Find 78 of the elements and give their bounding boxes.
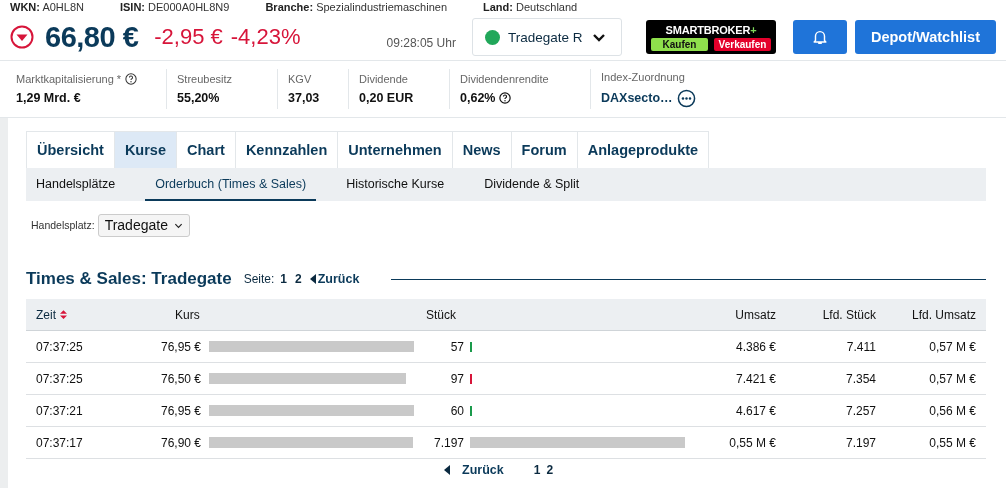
stat-label: Dividendenrendite [460,73,549,85]
table-cell: 7.197 [845,435,876,450]
buy-button[interactable]: Kaufen [650,37,708,51]
caret-left-icon [444,465,450,475]
table-cell: 7.411 [846,339,876,354]
sort-icon [60,309,67,320]
table-cell: 76,95 € [160,339,201,354]
stat-label: KGV [288,73,312,85]
table-cell: 60 [450,403,464,418]
index-link[interactable]: DAXsecto… [601,91,673,105]
column-header[interactable]: Zeit [36,307,67,322]
subtab[interactable]: Historische Kurse [336,168,455,201]
table-cell: 0,57 M € [929,371,976,386]
stat-label: Marktkapitalisierung * [16,73,122,85]
subtab[interactable]: Dividende & Split [474,168,590,201]
stat-value: 37,03 [288,91,320,105]
table-cell: 4.617 € [735,403,776,418]
price: 66,80 € [45,20,139,54]
column-header: Umsatz [735,307,776,322]
exchange-dropdown[interactable]: Tradegate R [471,18,622,56]
percent-change: -4,23% [230,24,301,50]
quote-time: 09:28:05 Uhr [386,36,456,50]
broker-name: SMARTBROKER+ [665,23,757,36]
back-link[interactable]: Zurück [444,463,504,477]
table-cell: 97 [450,371,464,386]
page-link[interactable]: 2 [295,272,302,286]
stat-value: 0,62% [460,91,496,105]
column-header: Lfd. Umsatz [911,307,976,322]
info-text: ISIN: DE000A0HL8N9 [119,0,230,14]
info-text: WKN: A0HL8N [10,0,84,14]
notification-button[interactable] [792,20,847,54]
info-text: Land: Deutschland [483,0,578,14]
page-link[interactable]: 1 [533,463,541,477]
stat-label: Index-Zuordnung [601,70,685,83]
help-icon[interactable] [125,73,138,85]
page-link[interactable]: 2 [546,463,554,477]
column-header: Lfd. Stück [822,307,876,322]
subtab[interactable]: Orderbuch (Times & Sales) [145,168,317,201]
price-change: -2,95 € [154,24,223,50]
table-cell: 4.386 € [735,339,776,354]
table-cell: 07:37:25 [36,371,83,386]
caret-left-icon [309,274,316,284]
table-cell: 07:37:25 [36,339,83,354]
table-cell: 57 [450,339,464,354]
exchange-select[interactable]: Tradegate [97,213,190,237]
table-cell: 7.354 [845,371,876,386]
more-icon[interactable] [676,88,696,108]
filter-label: Handelsplatz: [31,219,95,231]
help-icon[interactable] [499,92,512,104]
subtab[interactable]: Handelsplätze [26,168,126,201]
stat-label: Streubesitz [177,73,233,85]
table-cell: 0,55 M € [729,435,776,450]
table-cell: 0,55 M € [929,435,976,450]
table-cell: 7.257 [845,403,876,418]
pager-label: Seite: [243,272,275,286]
table-cell: 7.197 [433,435,464,450]
table-cell: 76,90 € [160,435,201,450]
table-cell: 7.421 € [735,371,776,386]
column-header: Stück [426,307,456,322]
tab[interactable]: Kurse [114,132,177,168]
page-link[interactable]: 1 [280,272,288,286]
tab[interactable]: Anlageprodukte [577,132,709,168]
table-cell: 0,57 M € [929,339,976,354]
table-cell: 76,50 € [160,371,201,386]
info-text: Branche: Spezialindustriemaschinen [265,0,448,14]
stat-value: 55,20% [177,91,220,105]
depot-watchlist-button[interactable]: Depot/Watchlist [854,20,996,54]
table-cell: 0,56 M € [929,403,976,418]
back-link[interactable]: Zurück [309,272,360,286]
stat-label: Dividende [359,73,408,85]
sell-button[interactable]: Verkaufen [713,37,771,51]
stat-value: 1,29 Mrd. € [16,91,81,105]
table-cell: 07:37:17 [36,435,83,450]
stat-value: 0,20 EUR [359,91,414,105]
table-cell: 07:37:21 [36,403,83,418]
table-cell: 76,95 € [160,403,201,418]
section-title: Times & Sales: Tradegate [26,269,232,289]
column-header: Kurs [175,307,200,322]
